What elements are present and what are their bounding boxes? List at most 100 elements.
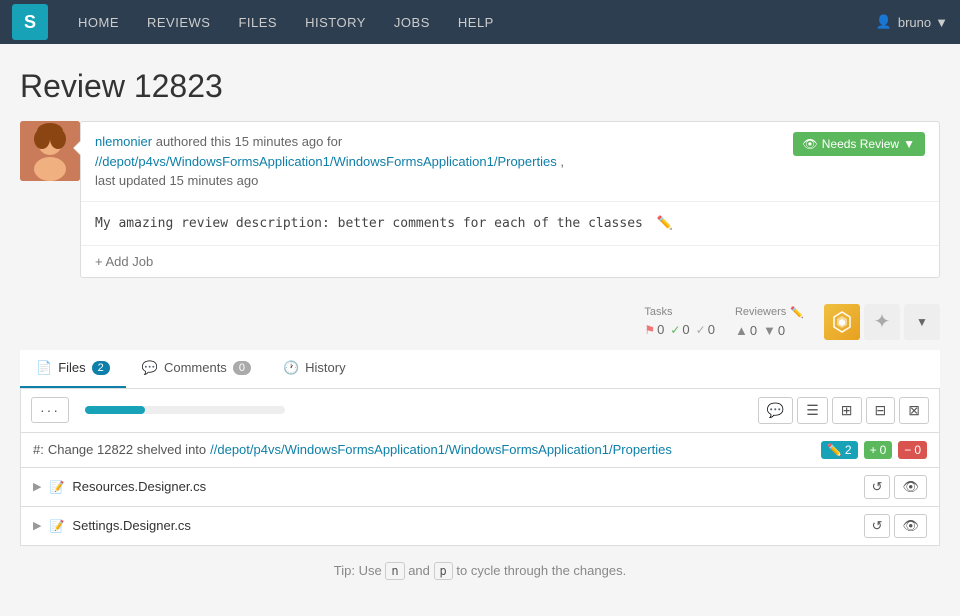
expand-arrow-1[interactable]: ▶ (33, 480, 41, 493)
files-tab-icon: 📄 (36, 360, 52, 376)
tab-history[interactable]: 🕐 History (267, 350, 362, 388)
file-icon-1: 📝 (49, 480, 64, 494)
grid-view-btn[interactable]: ⊞ (832, 397, 862, 424)
nav-jobs[interactable]: JOBS (380, 0, 444, 44)
navbar-left: S HOME REVIEWS FILES HISTORY JOBS HELP (12, 0, 508, 44)
add-count: 0 (880, 443, 887, 457)
needs-review-label: Needs Review (822, 137, 899, 151)
nav-history[interactable]: HISTORY (291, 0, 380, 44)
expand-arrow-2[interactable]: ▶ (33, 519, 41, 532)
needs-review-button[interactable]: 👁 Needs Review ▼ (793, 132, 926, 156)
comments-tab-label: Comments (164, 360, 227, 375)
tasks-label: Tasks (644, 306, 672, 318)
nav-files[interactable]: FILES (224, 0, 291, 44)
file-row-1-left: ▶ 📝 Resources.Designer.cs (33, 479, 206, 494)
history-tab-icon: 🕐 (283, 360, 299, 376)
tip-bar: Tip: Use n and p to cycle through the ch… (20, 546, 940, 596)
tab-comments[interactable]: 💬 Comments 0 (126, 350, 267, 388)
review-meta-text: nlemonier authored this 15 minutes ago f… (95, 132, 793, 191)
file-name-2: Settings.Designer.cs (72, 518, 191, 533)
hash-label: #: (33, 442, 44, 457)
file-refresh-btn-2[interactable]: ↺ (864, 514, 891, 538)
tip-text-before: Tip: Use (334, 563, 382, 578)
progress-bar-fill (85, 406, 145, 414)
comment-toolbar-btn[interactable]: 💬 (758, 397, 793, 424)
del-badge: − 0 (898, 441, 927, 459)
list-view-btn[interactable]: ☰ (797, 397, 828, 424)
reviewer-thumb-down: ▼ 0 (763, 323, 785, 338)
stats-row: Tasks ⚑ 0 ✓ 0 ✓ 0 Reviewers ✏️ (20, 294, 940, 350)
reviewers-label: Reviewers ✏️ (735, 306, 804, 319)
nav-home[interactable]: HOME (64, 0, 133, 44)
change-text: Change 12822 shelved into (48, 442, 206, 457)
file-row-2-left: ▶ 📝 Settings.Designer.cs (33, 518, 191, 533)
review-description: My amazing review description: better co… (81, 202, 939, 246)
caret-icon: ▼ (903, 137, 915, 151)
add-job-label: + Add Job (95, 254, 153, 269)
description-text: My amazing review description: better co… (95, 216, 643, 231)
eye-icon: 👁 (803, 137, 818, 151)
file-view-btn-1[interactable]: 👁 (894, 475, 927, 499)
thumb-down-icon: ▼ (763, 323, 776, 338)
files-tab-badge: 2 (92, 361, 110, 375)
del-count: 0 (914, 443, 921, 457)
edit-reviewers-icon[interactable]: ✏️ (790, 306, 804, 319)
review-card: nlemonier authored this 15 minutes ago f… (20, 121, 940, 278)
files-tab-label: Files (58, 360, 85, 375)
change-row-left: #: Change 12822 shelved into //depot/p4v… (33, 442, 672, 457)
add-badge: + 0 (864, 441, 893, 459)
tip-text-middle: and (408, 563, 433, 578)
tip-key-p: p (434, 562, 453, 580)
edit-icon[interactable]: ✏️ (657, 216, 673, 231)
reviewer-thumb-up: ▲ 0 (735, 323, 757, 338)
check-grey-icon: ✓ (696, 323, 706, 337)
file-icon-2: 📝 (49, 519, 64, 533)
diff-view-btn[interactable]: ⊠ (899, 397, 929, 424)
tip-text-after: to cycle through the changes. (456, 563, 626, 578)
history-tab-label: History (305, 360, 345, 375)
check-icon: ✓ (670, 323, 680, 337)
review-meta: nlemonier authored this 15 minutes ago f… (81, 122, 939, 202)
ellipsis-button[interactable]: ··· (31, 397, 69, 423)
add-icon-badge: + (870, 443, 877, 457)
flag-icon: ⚑ (644, 323, 655, 337)
file-view-btn-2[interactable]: 👁 (894, 514, 927, 538)
change-depot-link[interactable]: //depot/p4vs/WindowsFormsApplication1/Wi… (210, 442, 672, 457)
files-toolbar: ··· 💬 ☰ ⊞ ⊟ ⊠ (20, 389, 940, 433)
thumb-up-icon: ▲ (735, 323, 748, 338)
reviewers-section: Reviewers ✏️ ▲ 0 ▼ 0 (735, 306, 804, 338)
split-view-btn[interactable]: ⊟ (866, 397, 896, 424)
reviewers-label-text: Reviewers (735, 306, 786, 318)
review-author-link[interactable]: nlemonier (95, 134, 152, 149)
change-row-right: ✏️ 2 + 0 − 0 (821, 441, 927, 459)
toolbar-right: 💬 ☰ ⊞ ⊟ ⊠ (758, 397, 929, 424)
file-row-1-right: ↺ 👁 (864, 475, 927, 499)
avatar-image (20, 121, 80, 181)
depot-path-link[interactable]: //depot/p4vs/WindowsFormsApplication1/Wi… (95, 154, 557, 169)
brand-logo[interactable]: S (12, 4, 48, 40)
toolbar-left: ··· (31, 397, 293, 423)
last-updated-text: last updated 15 minutes ago (95, 173, 258, 188)
user-icon: 👤 (876, 14, 892, 30)
add-job-row[interactable]: + Add Job (81, 246, 939, 277)
tasks-section: Tasks ⚑ 0 ✓ 0 ✓ 0 (644, 306, 715, 337)
edit-count: 2 (845, 443, 852, 457)
file-name-1: Resources.Designer.cs (72, 479, 206, 494)
tasks-values: ⚑ 0 ✓ 0 ✓ 0 (644, 322, 715, 337)
reviewer-avatar-2[interactable]: ✦ (864, 304, 900, 340)
dropdown-arrow: ▼ (935, 15, 948, 30)
edit-badge: ✏️ 2 (821, 441, 858, 459)
file-row-1: ▶ 📝 Resources.Designer.cs ↺ 👁 (20, 468, 940, 507)
file-refresh-btn-1[interactable]: ↺ (864, 475, 891, 499)
review-body: nlemonier authored this 15 minutes ago f… (80, 121, 940, 278)
edit-icon-badge: ✏️ (827, 443, 842, 457)
user-menu[interactable]: 👤 bruno ▼ (876, 14, 948, 30)
nav-help[interactable]: HELP (444, 0, 508, 44)
reviewer-avatar-dropdown[interactable]: ▼ (904, 304, 940, 340)
reviewer-avatar-1[interactable] (824, 304, 860, 340)
tab-files[interactable]: 📄 Files 2 (20, 350, 126, 388)
file-row-2-right: ↺ 👁 (864, 514, 927, 538)
change-row: #: Change 12822 shelved into //depot/p4v… (20, 433, 940, 468)
nav-reviews[interactable]: REVIEWS (133, 0, 224, 44)
task-down-count: ✓ 0 (696, 322, 715, 337)
